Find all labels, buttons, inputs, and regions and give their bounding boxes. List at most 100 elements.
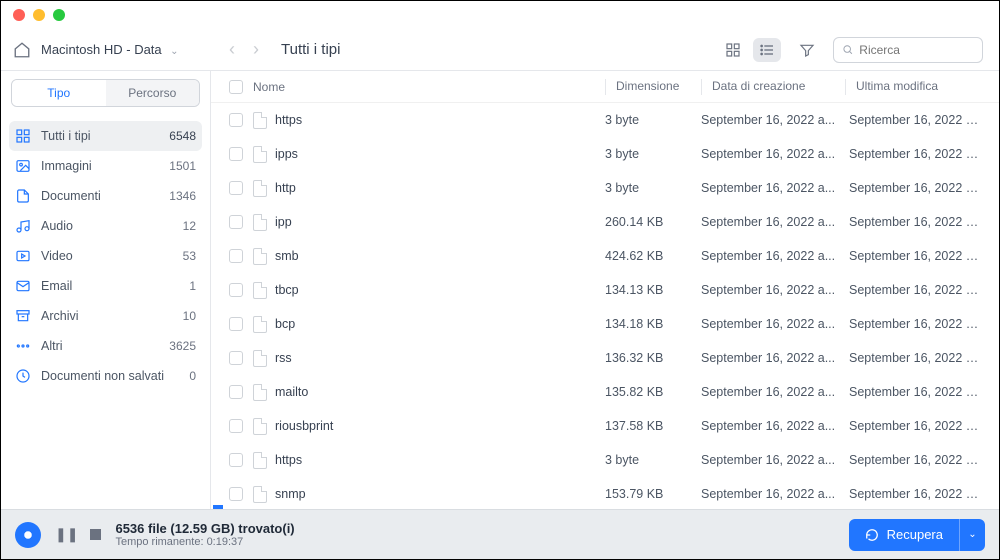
segment-path[interactable]: Percorso <box>106 80 200 106</box>
sidebar-item-label: Video <box>41 249 173 263</box>
row-checkbox[interactable] <box>229 317 243 331</box>
row-checkbox[interactable] <box>229 147 243 161</box>
file-name: tbcp <box>275 283 299 297</box>
mail-icon <box>15 278 31 294</box>
row-checkbox[interactable] <box>229 215 243 229</box>
sidebar-item-archive[interactable]: Archivi10 <box>1 301 210 331</box>
file-modified: September 16, 2022 a... <box>845 317 981 331</box>
sidebar-item-other[interactable]: Altri3625 <box>1 331 210 361</box>
view-list-button[interactable] <box>753 38 781 62</box>
pause-scan-button[interactable]: ❚❚ <box>55 526 78 543</box>
file-name: bcp <box>275 317 295 331</box>
recover-button[interactable]: Recupera <box>849 519 959 551</box>
file-size: 3 byte <box>605 113 701 127</box>
file-icon <box>253 248 267 265</box>
file-created: September 16, 2022 a... <box>701 385 845 399</box>
file-size: 153.79 KB <box>605 487 701 501</box>
sidebar-item-doc[interactable]: Documenti1346 <box>1 181 210 211</box>
window-close-button[interactable] <box>13 9 25 21</box>
row-checkbox[interactable] <box>229 385 243 399</box>
file-modified: September 16, 2022 a... <box>845 487 981 501</box>
file-name: ipp <box>275 215 292 229</box>
sidebar-item-mail[interactable]: Email1 <box>1 271 210 301</box>
sidebar-item-unsaved[interactable]: Documenti non salvati 0 <box>1 361 210 391</box>
window-minimize-button[interactable] <box>33 9 45 21</box>
unsaved-icon <box>15 368 31 384</box>
file-created: September 16, 2022 a... <box>701 249 845 263</box>
col-size[interactable]: Dimensione <box>605 79 701 95</box>
grid-icon <box>15 128 31 144</box>
sidebar-item-count: 3625 <box>169 339 196 353</box>
nav-forward-button[interactable]: › <box>253 39 259 60</box>
sidebar-item-audio[interactable]: Audio12 <box>1 211 210 241</box>
row-checkbox[interactable] <box>229 181 243 195</box>
volume-selector[interactable]: Macintosh HD - Data ⌄ <box>41 41 179 59</box>
table-row[interactable]: ipp260.14 KBSeptember 16, 2022 a...Septe… <box>211 205 999 239</box>
recover-button-label: Recupera <box>887 527 943 542</box>
row-checkbox[interactable] <box>229 113 243 127</box>
table-row[interactable]: tbcp134.13 KBSeptember 16, 2022 a...Sept… <box>211 273 999 307</box>
row-checkbox[interactable] <box>229 283 243 297</box>
file-name: mailto <box>275 385 308 399</box>
select-all-checkbox[interactable] <box>229 80 243 94</box>
col-name[interactable]: Nome <box>253 80 605 94</box>
file-size: 260.14 KB <box>605 215 701 229</box>
row-checkbox[interactable] <box>229 419 243 433</box>
row-checkbox[interactable] <box>229 487 243 501</box>
sidebar-item-count: 12 <box>183 219 196 233</box>
nav-back-button[interactable]: ‹ <box>229 39 235 60</box>
table-row[interactable]: snmp153.79 KBSeptember 16, 2022 a...Sept… <box>211 477 999 509</box>
window-maximize-button[interactable] <box>53 9 65 21</box>
sidebar-item-image[interactable]: Immagini1501 <box>1 151 210 181</box>
table-row[interactable]: ipps3 byteSeptember 16, 2022 a...Septemb… <box>211 137 999 171</box>
row-checkbox[interactable] <box>229 453 243 467</box>
table-row[interactable]: https3 byteSeptember 16, 2022 a...Septem… <box>211 443 999 477</box>
volume-name: Macintosh HD - Data <box>41 42 162 57</box>
table-row[interactable]: smb424.62 KBSeptember 16, 2022 a...Septe… <box>211 239 999 273</box>
col-modified[interactable]: Ultima modifica <box>845 79 981 95</box>
chevron-down-icon: ⌄ <box>170 46 178 57</box>
sidebar-item-grid[interactable]: Tutti i tipi6548 <box>9 121 202 151</box>
sidebar-item-count: 1 <box>189 279 196 293</box>
stop-scan-button[interactable] <box>90 529 101 540</box>
header-bar: Macintosh HD - Data ⌄ ‹ › Tutti i tipi <box>1 29 999 71</box>
table-row[interactable]: riousbprint137.58 KBSeptember 16, 2022 a… <box>211 409 999 443</box>
search-input[interactable] <box>859 43 974 57</box>
file-created: September 16, 2022 a... <box>701 317 845 331</box>
archive-icon <box>15 308 31 324</box>
file-modified: September 16, 2022 a... <box>845 181 981 195</box>
row-checkbox[interactable] <box>229 351 243 365</box>
file-modified: September 16, 2022 a... <box>845 215 981 229</box>
file-size: 424.62 KB <box>605 249 701 263</box>
audio-icon <box>15 218 31 234</box>
filter-button[interactable] <box>795 38 819 62</box>
view-grid-button[interactable] <box>719 38 747 62</box>
search-input-wrapper[interactable] <box>833 37 983 63</box>
file-name: https <box>275 453 302 467</box>
file-size: 135.82 KB <box>605 385 701 399</box>
col-created[interactable]: Data di creazione <box>701 79 845 95</box>
row-checkbox[interactable] <box>229 249 243 263</box>
file-modified: September 16, 2022 a... <box>845 113 981 127</box>
file-icon <box>253 384 267 401</box>
home-icon[interactable] <box>13 41 31 59</box>
sidebar-item-label: Documenti non salvati <box>41 369 179 383</box>
file-icon <box>253 214 267 231</box>
file-size: 3 byte <box>605 453 701 467</box>
table-row[interactable]: http3 byteSeptember 16, 2022 a...Septemb… <box>211 171 999 205</box>
sidebar-mode-segmented[interactable]: Tipo Percorso <box>11 79 200 107</box>
file-icon <box>253 452 267 469</box>
sidebar-item-video[interactable]: Video53 <box>1 241 210 271</box>
recover-dropdown-button[interactable]: ⌄ <box>959 519 985 551</box>
file-modified: September 16, 2022 a... <box>845 351 981 365</box>
segment-type[interactable]: Tipo <box>12 80 106 106</box>
file-name: smb <box>275 249 299 263</box>
table-row[interactable]: mailto135.82 KBSeptember 16, 2022 a...Se… <box>211 375 999 409</box>
file-size: 137.58 KB <box>605 419 701 433</box>
table-row[interactable]: bcp134.18 KBSeptember 16, 2022 a...Septe… <box>211 307 999 341</box>
file-size: 136.32 KB <box>605 351 701 365</box>
sidebar-item-count: 0 <box>189 369 196 383</box>
table-row[interactable]: https3 byteSeptember 16, 2022 a...Septem… <box>211 103 999 137</box>
table-row[interactable]: rss136.32 KBSeptember 16, 2022 a...Septe… <box>211 341 999 375</box>
refresh-icon <box>865 528 879 542</box>
